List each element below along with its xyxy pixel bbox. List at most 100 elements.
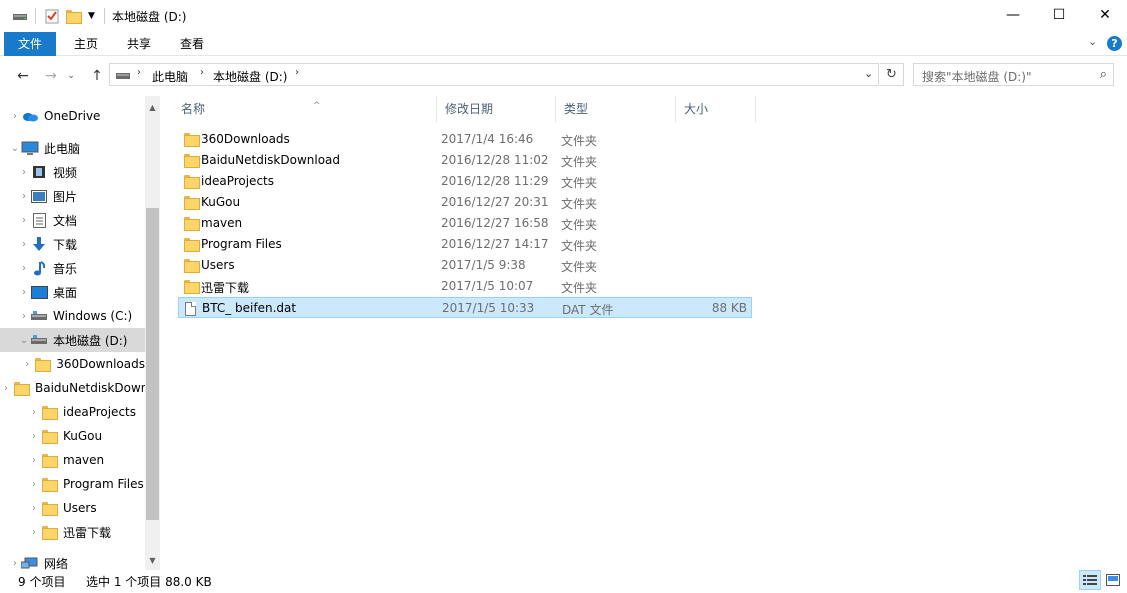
nav-item[interactable]: › 下载 [0,232,145,256]
nav-item[interactable]: › Program Files [0,472,145,496]
customize-quick-access-icon[interactable]: ▼ [88,7,95,25]
chevron-right-icon[interactable]: › [295,67,299,78]
ribbon-expand-icon[interactable]: ⌄ [1088,35,1097,48]
nav-item-label: OneDrive [44,109,101,123]
close-button[interactable]: ✕ [1082,0,1127,30]
folder-icon [184,217,200,231]
nav-item[interactable]: › 图片 [0,184,145,208]
chevron-down-icon[interactable]: ⌄ [18,335,30,346]
details-view-button[interactable] [1079,570,1101,590]
up-button[interactable]: ↑ [86,65,108,87]
cell-type: 文件夹 [561,239,598,253]
chevron-right-icon[interactable]: › [9,558,21,569]
breadcrumb-drive-d[interactable]: 本地磁盘 (D:) [213,68,287,85]
nav-item[interactable]: › 视频 [0,160,145,184]
chevron-right-icon[interactable]: › [21,359,33,370]
forward-button[interactable]: → [40,65,62,87]
tab-file[interactable]: 文件 [4,32,56,56]
large-icons-view-button[interactable] [1102,570,1124,590]
nav-item[interactable]: › 迅雷下载 [0,520,145,544]
nav-item-label: Windows (C:) [53,309,133,323]
tab-home[interactable]: 主页 [62,32,110,56]
column-header-size[interactable]: 大小 [676,96,756,122]
nav-item[interactable]: ⌄ 此电脑 [0,136,145,160]
search-input[interactable]: 搜索"本地磁盘 (D:)" ⌕ [913,63,1114,86]
nav-item[interactable]: › ideaProjects [0,400,145,424]
table-row[interactable]: ideaProjects 2016/12/28 11:29 文件夹 [178,171,752,192]
nav-item[interactable]: › 360Downloads [0,352,145,376]
drive-icon [116,73,130,79]
chevron-right-icon[interactable]: › [18,167,30,178]
table-row[interactable]: Program Files 2016/12/27 14:17 文件夹 [178,234,752,255]
chevron-down-icon[interactable]: ⌄ [9,143,21,154]
nav-item-label: 迅雷下载 [63,525,112,540]
help-icon[interactable]: ? [1107,36,1122,51]
address-dropdown-icon[interactable]: ⌄ [864,67,873,80]
folder-icon [40,500,58,516]
nav-scrollbar-thumb[interactable] [146,208,159,520]
nav-item-label: 音乐 [53,261,78,276]
cell-date: 2017/1/5 10:07 [441,279,534,293]
cell-date: 2017/1/4 16:46 [441,132,534,146]
drive-icon[interactable] [12,7,28,25]
nav-item[interactable]: › maven [0,448,145,472]
nav-item-label: 下载 [53,237,78,252]
back-button[interactable]: ← [12,65,34,87]
chevron-right-icon[interactable]: › [28,431,40,442]
chevron-right-icon[interactable]: › [28,527,40,538]
table-row[interactable]: KuGou 2016/12/27 20:31 文件夹 [178,192,752,213]
maximize-button[interactable]: ☐ [1036,0,1082,30]
nav-item[interactable]: › Windows (C:) [0,304,145,328]
minimize-button[interactable]: — [990,0,1036,30]
chevron-right-icon[interactable]: › [18,263,30,274]
nav-item[interactable]: ⌄ 本地磁盘 (D:) [0,328,145,352]
chevron-right-icon[interactable]: › [18,311,30,322]
table-row[interactable]: maven 2016/12/27 16:58 文件夹 [178,213,752,234]
tab-view[interactable]: 查看 [168,32,216,56]
file-list: 名称 ^ 修改日期 类型 大小 360Downloads 2017/1/4 16:… [161,96,1127,570]
chevron-right-icon[interactable]: › [137,67,141,78]
chevron-right-icon[interactable]: › [18,191,30,202]
nav-item[interactable]: › 音乐 [0,256,145,280]
tab-share[interactable]: 共享 [115,32,163,56]
breadcrumb-this-pc[interactable]: 此电脑 [152,68,188,85]
chevron-right-icon[interactable]: › [0,383,12,394]
nav-item[interactable]: › OneDrive [0,104,145,128]
scroll-up-icon[interactable]: ▲ [145,100,160,115]
chevron-right-icon[interactable]: › [28,503,40,514]
nav-item[interactable]: › 文档 [0,208,145,232]
cell-type: 文件夹 [561,218,598,232]
chevron-right-icon[interactable]: › [28,455,40,466]
cell-type: 文件夹 [561,134,598,148]
column-header-date[interactable]: 修改日期 [437,96,556,122]
scroll-down-icon[interactable]: ▼ [145,553,160,568]
table-row[interactable]: 迅雷下载 2017/1/5 10:07 文件夹 [178,276,752,297]
properties-icon[interactable] [44,7,60,25]
chevron-right-icon[interactable]: › [28,407,40,418]
nav-item-label: BaiduNetdiskDownload [35,381,145,395]
nav-item[interactable]: › 网络 [0,551,145,571]
cloud-icon [21,108,39,124]
table-row[interactable]: Users 2017/1/5 9:38 文件夹 [178,255,752,276]
recent-locations-button[interactable]: ⌄ [64,65,78,87]
table-row[interactable]: 360Downloads 2017/1/4 16:46 文件夹 [178,129,752,150]
chevron-right-icon[interactable]: › [18,215,30,226]
chevron-right-icon[interactable]: › [9,111,21,122]
chevron-right-icon[interactable]: › [18,287,30,298]
chevron-right-icon[interactable]: › [200,67,204,78]
cell-name: maven [201,216,243,230]
nav-item[interactable]: › Users [0,496,145,520]
chevron-right-icon[interactable]: › [18,239,30,250]
table-row[interactable]: BTC_ beifen.dat 2017/1/5 10:33 DAT 文件 88 KB [178,297,752,318]
divider [104,8,105,24]
refresh-button[interactable]: ↻ [880,63,904,86]
nav-item[interactable]: › KuGou [0,424,145,448]
column-header-type[interactable]: 类型 [556,96,676,122]
column-header-name[interactable]: 名称 ^ [173,96,437,122]
new-folder-icon[interactable] [66,7,82,25]
address-bar[interactable]: › 此电脑 › 本地磁盘 (D:) › ⌄ [109,63,879,86]
chevron-right-icon[interactable]: › [28,479,40,490]
table-row[interactable]: BaiduNetdiskDownload 2016/12/28 11:02 文件夹 [178,150,752,171]
nav-item[interactable]: › 桌面 [0,280,145,304]
nav-item[interactable]: › BaiduNetdiskDownload [0,376,145,400]
